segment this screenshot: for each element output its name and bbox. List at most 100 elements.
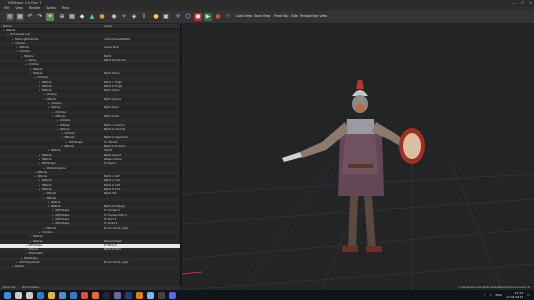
save-file-icon[interactable]: ▦ [16, 13, 24, 21]
record-icon[interactable]: ● [194, 13, 202, 21]
mail-icon[interactable] [70, 291, 77, 299]
tree-row-label: NiTriShape [42, 162, 56, 166]
tree-row-label: NiNode [33, 67, 43, 71]
wifi-icon[interactable]: ⌇ [484, 293, 485, 297]
light-bulb-icon[interactable]: ● [152, 13, 160, 21]
screenshot-icon[interactable]: ▣ [162, 13, 170, 21]
tree-row-label: NiStringExtraData [15, 37, 39, 41]
normals-toggle-icon[interactable]: ⇧ [140, 13, 148, 21]
grid-toggle-icon[interactable]: ▦ [68, 13, 76, 21]
tree-row-label: NiTriShape [55, 218, 70, 222]
tree-row-label: NiNode [46, 192, 56, 196]
photoshop-icon[interactable] [125, 291, 132, 299]
nifskope-icon[interactable] [114, 291, 121, 299]
explorer-icon[interactable] [48, 291, 55, 299]
language-indicator[interactable]: ENG [496, 293, 502, 297]
discord-icon[interactable] [169, 291, 176, 299]
chrome-icon[interactable] [81, 291, 88, 299]
tree-row-label: NiNode [60, 127, 70, 131]
undo-icon[interactable]: ↶ [26, 13, 34, 21]
tree-row-label: NiTriShape [55, 222, 70, 226]
tree-row-label: NiNode [51, 106, 61, 110]
tree-row[interactable]: ▸ NiNode [0, 265, 180, 270]
edge-icon[interactable] [37, 291, 44, 299]
tree-row-label: NiNode [42, 187, 52, 191]
tree-row-label: NiNode [64, 145, 74, 149]
window-title: NifSkope 2.0 Dev 7 [8, 1, 42, 5]
firefox-icon[interactable] [92, 291, 99, 299]
tree-row-label: NiNode [6, 29, 16, 32]
save-view-button[interactable]: Save View [254, 14, 270, 18]
axes-icon[interactable]: ✚ [174, 13, 182, 21]
notifications-icon[interactable]: ▭ [527, 293, 530, 297]
start-icon[interactable] [4, 291, 11, 299]
side-view-button[interactable]: Side [291, 14, 298, 18]
tree-row-label: NiNode [64, 136, 74, 140]
block-list-tab[interactable]: Block List [3, 286, 15, 289]
grid-line [182, 198, 534, 225]
tree-row-label: Children [64, 132, 76, 136]
volume-icon[interactable]: ♪ [490, 293, 492, 297]
notepad-icon[interactable] [147, 291, 154, 299]
tree-row-label: NiNode [37, 170, 47, 174]
loop-animation-icon[interactable]: ⟳ [224, 13, 232, 21]
shield-inner [403, 133, 421, 159]
tree-row-label: NiTriShapeData [19, 261, 40, 265]
mesh-toggle-icon[interactable]: ◆ [78, 13, 86, 21]
tree-row-label: NiNode [46, 196, 56, 200]
scene-canvas[interactable] [182, 24, 534, 290]
tree-row-label: NiNode [37, 175, 47, 179]
move-tool-icon[interactable]: ⊕ [58, 13, 66, 21]
tree-row-label: NiNode [15, 265, 25, 269]
taskview-icon[interactable] [26, 291, 33, 299]
load-view-button[interactable]: Load View [236, 14, 252, 18]
tree-row-label: NiNode [60, 123, 70, 127]
left-boot [366, 246, 382, 252]
tree-row-label: NiSkinData [28, 252, 43, 256]
lighting-toggle-icon[interactable]: ◉ [110, 13, 118, 21]
stop-animation-icon[interactable]: ◼ [214, 13, 222, 21]
top-view-button[interactable]: Top [283, 14, 288, 18]
face [355, 103, 365, 113]
tree-row-label: NiTriShape [55, 213, 70, 217]
wireframe-toggle-icon[interactable]: ✧ [120, 13, 128, 21]
tree-row-label: NiNode [33, 235, 43, 239]
store-icon[interactable] [59, 291, 66, 299]
grid-line [182, 228, 534, 260]
toolbar: ▤ ▦ ↶ ↷ ✦ ⊕ ▦ ◆ ▲ ● ◉ ✧ ◈ ⇧ ● ▣ ✚ ⬡ ● ▶ … [0, 11, 534, 24]
tree-row-label: NiTriShape [69, 140, 83, 144]
tree-row-label: NiNode [46, 97, 56, 101]
block-details-tab[interactable]: Block Details [22, 286, 39, 289]
texture-toggle-icon[interactable]: ▲ [88, 13, 96, 21]
block-list-panel: Name Value ▸ NiNode ▸ Extra Data List ▸ NiStr… [0, 24, 181, 290]
block-tree[interactable]: ▸ NiNode ▸ Extra Data List ▸ NiStringExtraDat… [0, 29, 180, 270]
right-boot [342, 246, 358, 252]
front-view-button[interactable]: Front [274, 14, 282, 18]
perspective-view-button[interactable]: Perspective View [300, 14, 327, 18]
play-animation-icon[interactable]: ▶ [204, 13, 212, 21]
tree-row-label: Name [28, 59, 37, 63]
select-tool-icon[interactable]: ✦ [46, 13, 54, 21]
tree-row-label: Children [55, 110, 67, 114]
terminal-icon[interactable] [158, 291, 165, 299]
tree-row-label: NiNode [42, 153, 52, 157]
tree-row-label: NiNode [46, 226, 56, 230]
redo-icon[interactable]: ↷ [36, 13, 44, 21]
open-file-icon[interactable]: ▤ [6, 13, 14, 21]
tree-row-label: NiNode [19, 46, 29, 50]
vertex-colors-icon[interactable]: ◈ [130, 13, 138, 21]
steam-icon[interactable] [103, 291, 110, 299]
left-leg [364, 196, 376, 250]
collision-toggle-icon[interactable]: ⬡ [184, 13, 192, 21]
blender-icon[interactable] [136, 291, 143, 299]
tree-row-label: Children [42, 230, 53, 234]
right-leg [348, 196, 358, 250]
tree-row-label: Children [51, 102, 62, 106]
tree-row-label: Children [19, 50, 31, 54]
shading-toggle-icon[interactable]: ● [98, 13, 106, 21]
tree-row-label: NiNode [42, 80, 52, 84]
search-icon[interactable] [15, 291, 22, 299]
render-viewport[interactable]: C:/Games/Morrowind/Data Files/Meshes/r/I… [182, 24, 534, 290]
clock[interactable]: 21:53 13.04.2019 [506, 291, 523, 299]
tree-row-label: Extra Data List [10, 33, 30, 37]
